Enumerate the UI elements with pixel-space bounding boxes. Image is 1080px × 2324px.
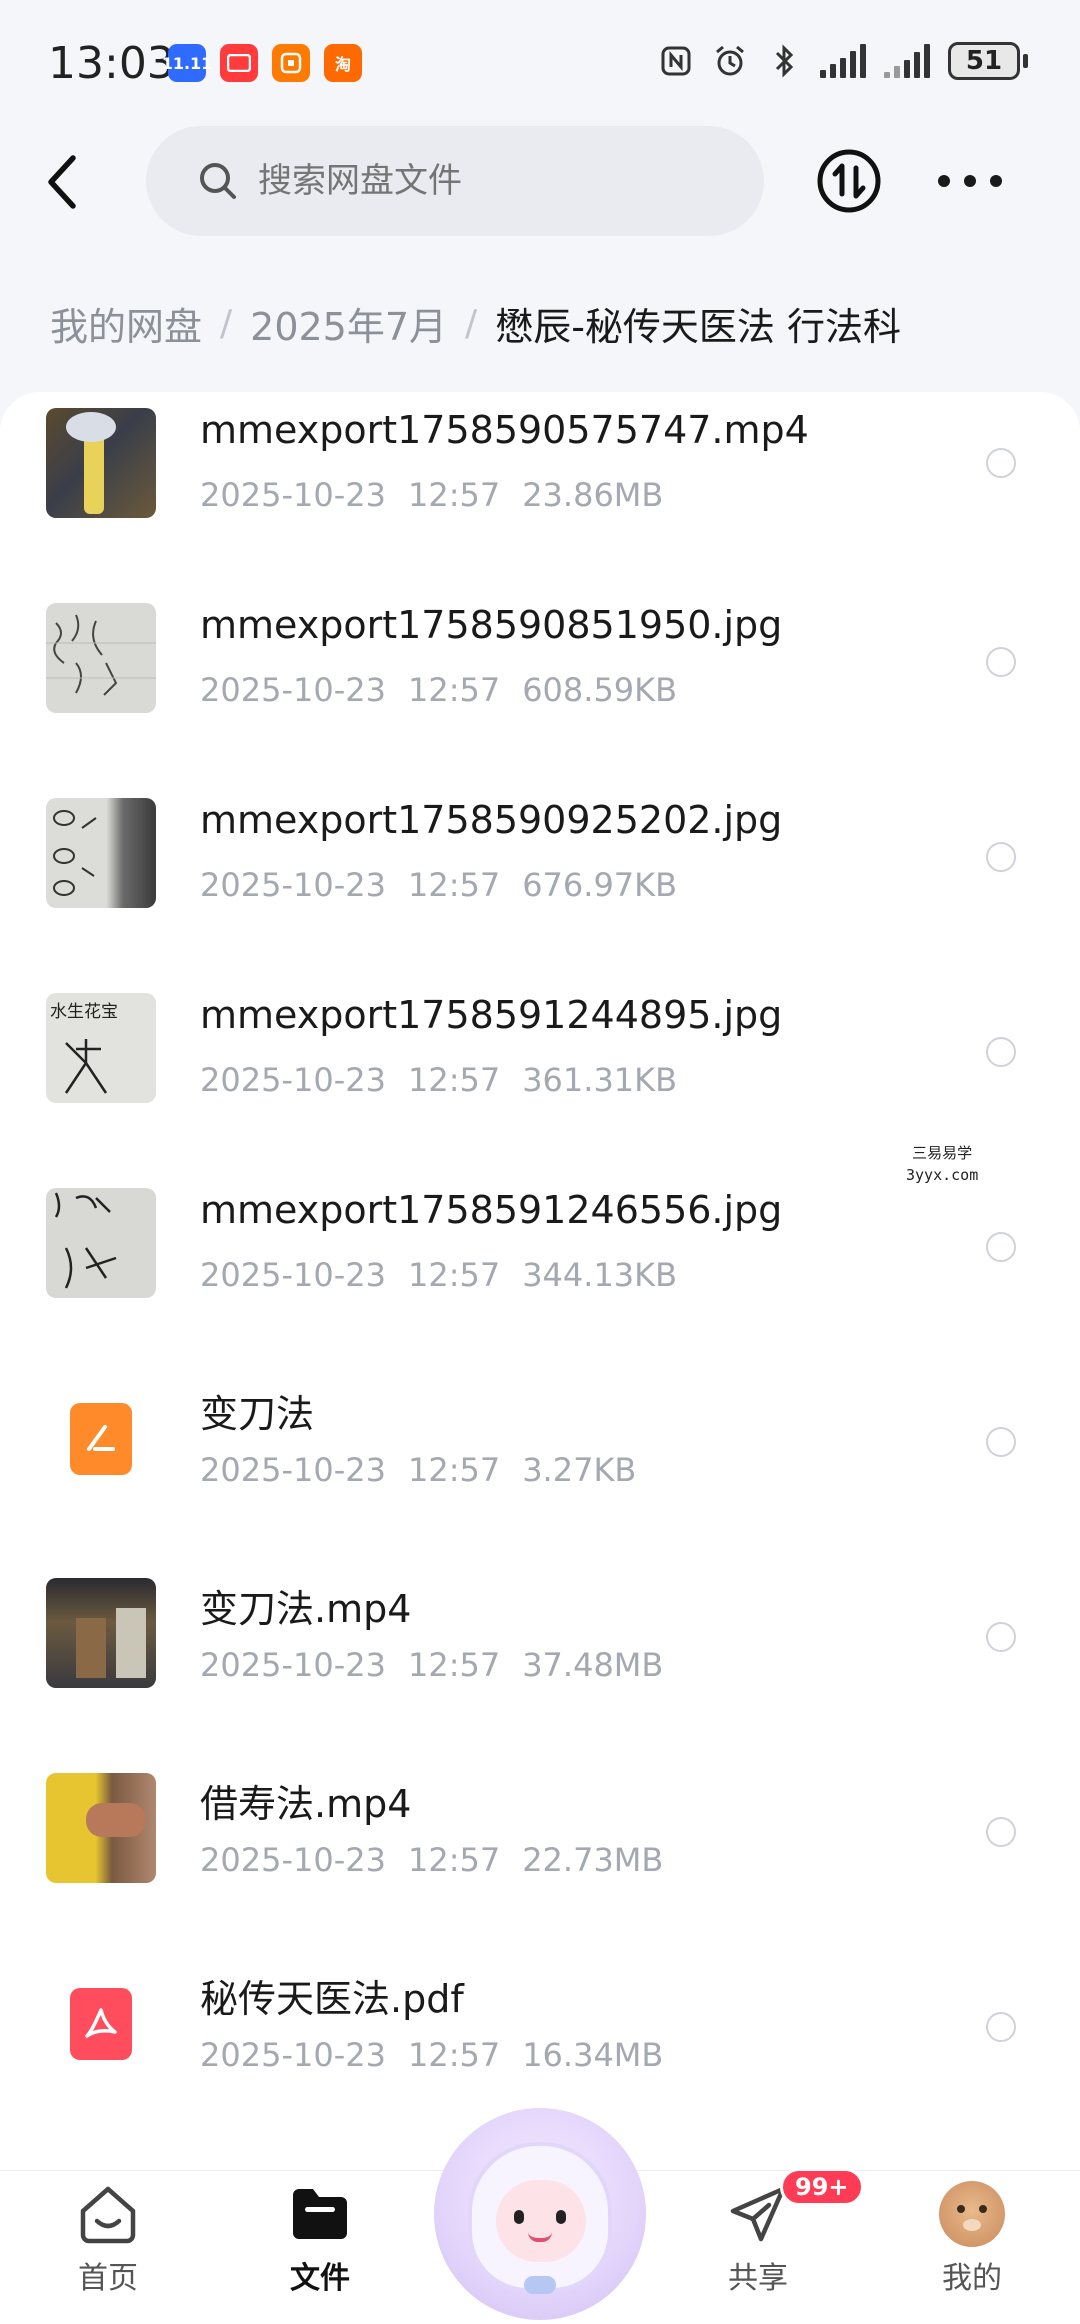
signal-strength-icon	[820, 44, 866, 78]
orange-app-icon	[272, 44, 310, 82]
image-thumbnail: 水生花宝	[46, 993, 156, 1103]
home-icon	[80, 2186, 136, 2244]
image-thumbnail	[46, 603, 156, 713]
alarm-icon	[712, 43, 748, 79]
file-row[interactable]: mmexport1758590925202.jpg 2025-10-23 12:5…	[0, 782, 1080, 977]
file-name: mmexport1758591244895.jpg	[200, 993, 783, 1037]
breadcrumb-separator: /	[465, 303, 478, 344]
file-name: mmexport1758591246556.jpg	[200, 1188, 783, 1232]
search-bar[interactable]	[146, 126, 764, 236]
search-input[interactable]	[258, 161, 678, 201]
document-file-icon	[70, 1403, 132, 1475]
system-status-icons: 51	[658, 42, 1028, 80]
transfer-icon[interactable]	[816, 148, 882, 214]
battery-level: 51	[948, 42, 1020, 80]
file-meta: 2025-10-23 12:57 361.31KB	[200, 1061, 678, 1099]
breadcrumb-current: 懋辰-秘传天医法 行法科	[495, 305, 901, 349]
file-row[interactable]: 借寿法.mp4 2025-10-23 12:57 22.73MB	[0, 1757, 1080, 1952]
more-options-icon[interactable]	[938, 164, 1002, 198]
nav-home[interactable]: 首页	[38, 2181, 178, 2321]
file-name: mmexport1758590575747.mp4	[200, 408, 809, 452]
signal-strength-2-icon	[884, 44, 930, 78]
breadcrumb: 我的网盘 / 2025年7月 / 懋辰-秘传天医法 行法科	[50, 296, 901, 351]
file-meta: 2025-10-23 12:57 3.27KB	[200, 1451, 637, 1489]
breadcrumb-separator: /	[220, 303, 233, 344]
file-meta: 2025-10-23 12:57 23.86MB	[200, 476, 664, 514]
watermark: 三易易学 3yyx.com	[906, 1144, 979, 1184]
bluetooth-icon	[766, 43, 802, 79]
file-name: mmexport1758590851950.jpg	[200, 603, 783, 647]
calendar-app-icon: 11.11	[162, 44, 212, 82]
select-radio[interactable]	[986, 1427, 1016, 1457]
image-thumbnail	[46, 1188, 156, 1298]
red-app-icon	[220, 44, 258, 82]
file-row[interactable]: 变刀法.mp4 2025-10-23 12:57 37.48MB	[0, 1562, 1080, 1757]
select-radio[interactable]	[986, 448, 1016, 478]
select-radio[interactable]	[986, 647, 1016, 677]
status-time: 13:03	[48, 38, 175, 89]
back-button[interactable]	[36, 150, 88, 214]
file-list: mmexport1758590575747.mp4 2025-10-23 12:5…	[0, 392, 1080, 2172]
select-radio[interactable]	[986, 2012, 1016, 2042]
nav-mine[interactable]: 我的	[902, 2181, 1042, 2321]
nav-files[interactable]: 文件	[250, 2181, 390, 2321]
file-meta: 2025-10-23 12:57 608.59KB	[200, 671, 678, 709]
ai-assistant-button[interactable]	[434, 2108, 646, 2320]
file-meta: 2025-10-23 12:57 344.13KB	[200, 1256, 678, 1294]
avatar	[939, 2181, 1005, 2247]
status-app-icons: 11.11 淘	[162, 44, 362, 82]
file-meta: 2025-10-23 12:57 22.73MB	[200, 1841, 664, 1879]
file-row[interactable]: mmexport1758590575747.mp4 2025-10-23 12:5…	[0, 392, 1080, 587]
pdf-file-icon	[70, 1988, 132, 2060]
select-radio[interactable]	[986, 1817, 1016, 1847]
file-name: mmexport1758590925202.jpg	[200, 798, 783, 842]
file-name: 变刀法	[200, 1392, 315, 1436]
file-row[interactable]: mmexport1758591246556.jpg 2025-10-23 12:5…	[0, 1172, 1080, 1367]
battery-icon: 51	[948, 42, 1028, 80]
video-thumbnail	[46, 408, 156, 518]
status-bar: 13:03 11.11 淘 51	[0, 0, 1080, 120]
file-name: 秘传天医法.pdf	[200, 1977, 464, 2021]
breadcrumb-root[interactable]: 我的网盘	[50, 296, 202, 351]
select-radio[interactable]	[986, 1622, 1016, 1652]
file-meta: 2025-10-23 12:57 16.34MB	[200, 2036, 664, 2074]
select-radio[interactable]	[986, 1037, 1016, 1067]
taobao-app-icon: 淘	[324, 44, 362, 82]
video-thumbnail	[46, 1773, 156, 1883]
file-row[interactable]: mmexport1758590851950.jpg 2025-10-23 12:5…	[0, 587, 1080, 782]
file-row[interactable]: 变刀法 2025-10-23 12:57 3.27KB	[0, 1367, 1080, 1562]
folder-icon	[293, 2189, 347, 2239]
file-name: 借寿法.mp4	[200, 1782, 412, 1826]
share-notification-badge: 99+	[780, 2168, 864, 2206]
file-meta: 2025-10-23 12:57 676.97KB	[200, 866, 678, 904]
breadcrumb-folder[interactable]: 2025年7月	[250, 296, 447, 351]
select-radio[interactable]	[986, 1232, 1016, 1262]
select-radio[interactable]	[986, 842, 1016, 872]
nfc-icon	[658, 43, 694, 79]
search-icon	[200, 163, 236, 199]
image-thumbnail	[46, 798, 156, 908]
file-meta: 2025-10-23 12:57 37.48MB	[200, 1646, 664, 1684]
video-thumbnail	[46, 1578, 156, 1688]
chevron-left-icon	[48, 155, 76, 209]
file-name: 变刀法.mp4	[200, 1587, 412, 1631]
